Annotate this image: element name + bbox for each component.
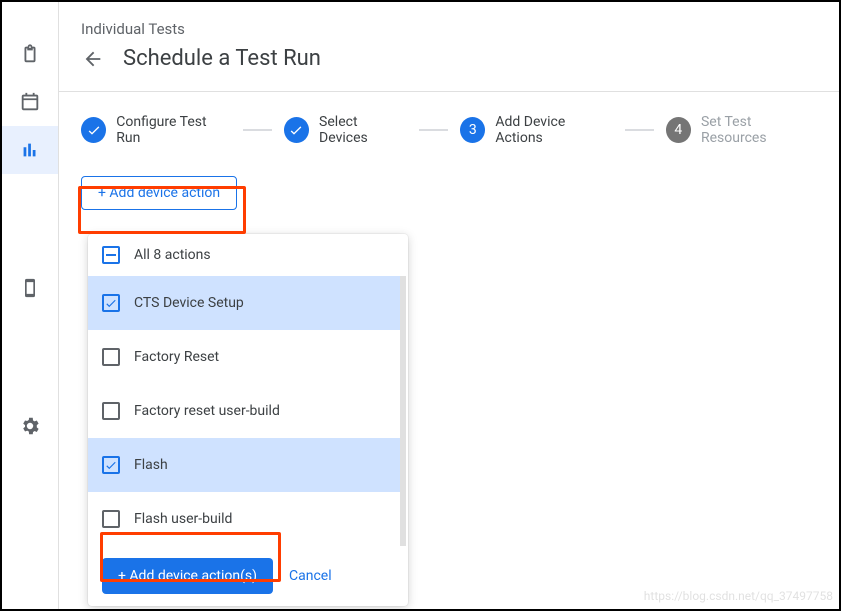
menu-item[interactable]: Flash user-build bbox=[88, 492, 400, 546]
page-title: Schedule a Test Run bbox=[123, 46, 321, 71]
step-label: Configure Test Run bbox=[116, 114, 230, 146]
sidebar-item-clipboard[interactable] bbox=[2, 30, 58, 78]
device-action-dropdown: All 8 actions CTS Device Setup Factory R… bbox=[88, 234, 408, 606]
back-button[interactable] bbox=[81, 47, 105, 71]
calendar-icon bbox=[19, 91, 41, 113]
dropdown-header-label: All 8 actions bbox=[134, 247, 211, 263]
gear-icon bbox=[19, 415, 41, 437]
step-number: 3 bbox=[460, 117, 485, 143]
step-3[interactable]: 3 Add Device Actions bbox=[460, 114, 612, 146]
step-connector bbox=[419, 129, 448, 131]
checkbox-unchecked-icon bbox=[102, 510, 120, 528]
step-label: Add Device Actions bbox=[495, 114, 612, 146]
watermark: https://blog.csdn.net/qq_37497758 bbox=[644, 589, 833, 603]
checkbox-unchecked-icon bbox=[102, 402, 120, 420]
menu-item[interactable]: Flash bbox=[88, 438, 400, 492]
menu-item-label: Flash user-build bbox=[134, 511, 232, 527]
menu-item-label: Flash bbox=[134, 457, 168, 473]
step-4[interactable]: 4 Set Test Resources bbox=[666, 114, 817, 146]
menu-item[interactable]: Factory Reset bbox=[88, 330, 400, 384]
checkbox-checked-icon bbox=[102, 456, 120, 474]
breadcrumb-subtitle: Individual Tests bbox=[81, 20, 817, 38]
step-number: 4 bbox=[666, 117, 691, 143]
dropdown-menu-list[interactable]: CTS Device Setup Factory Reset Factory r… bbox=[88, 276, 406, 546]
check-icon bbox=[284, 117, 309, 143]
menu-item-label: CTS Device Setup bbox=[134, 295, 244, 311]
sidebar-item-settings[interactable] bbox=[2, 402, 58, 450]
menu-item[interactable]: Factory reset user-build bbox=[88, 384, 400, 438]
checkbox-checked-icon bbox=[102, 294, 120, 312]
clipboard-icon bbox=[19, 43, 41, 65]
menu-item-label: Factory reset user-build bbox=[134, 403, 280, 419]
add-device-action-button[interactable]: + Add device action bbox=[81, 176, 237, 210]
sidebar-item-calendar[interactable] bbox=[2, 78, 58, 126]
arrow-left-icon bbox=[82, 48, 104, 70]
checkbox-indeterminate-icon bbox=[102, 246, 120, 264]
stepper: Configure Test Run Select Devices 3 Add … bbox=[59, 92, 839, 176]
step-connector bbox=[243, 129, 272, 131]
confirm-add-actions-button[interactable]: + Add device action(s) bbox=[102, 558, 273, 594]
step-2[interactable]: Select Devices bbox=[284, 114, 407, 146]
step-label: Set Test Resources bbox=[701, 114, 817, 146]
step-1[interactable]: Configure Test Run bbox=[81, 114, 231, 146]
checkbox-unchecked-icon bbox=[102, 348, 120, 366]
menu-item[interactable]: CTS Device Setup bbox=[88, 276, 400, 330]
step-label: Select Devices bbox=[319, 114, 407, 146]
sidebar-item-phone[interactable] bbox=[2, 264, 58, 312]
menu-item-label: Factory Reset bbox=[134, 349, 219, 365]
check-icon bbox=[81, 117, 106, 143]
sidebar bbox=[2, 2, 58, 609]
cancel-button[interactable]: Cancel bbox=[289, 568, 332, 584]
phone-icon bbox=[20, 278, 40, 298]
step-connector bbox=[625, 129, 654, 131]
sidebar-item-bar-chart[interactable] bbox=[2, 126, 58, 174]
dropdown-select-all[interactable]: All 8 actions bbox=[88, 234, 408, 276]
bar-chart-icon bbox=[19, 139, 41, 161]
